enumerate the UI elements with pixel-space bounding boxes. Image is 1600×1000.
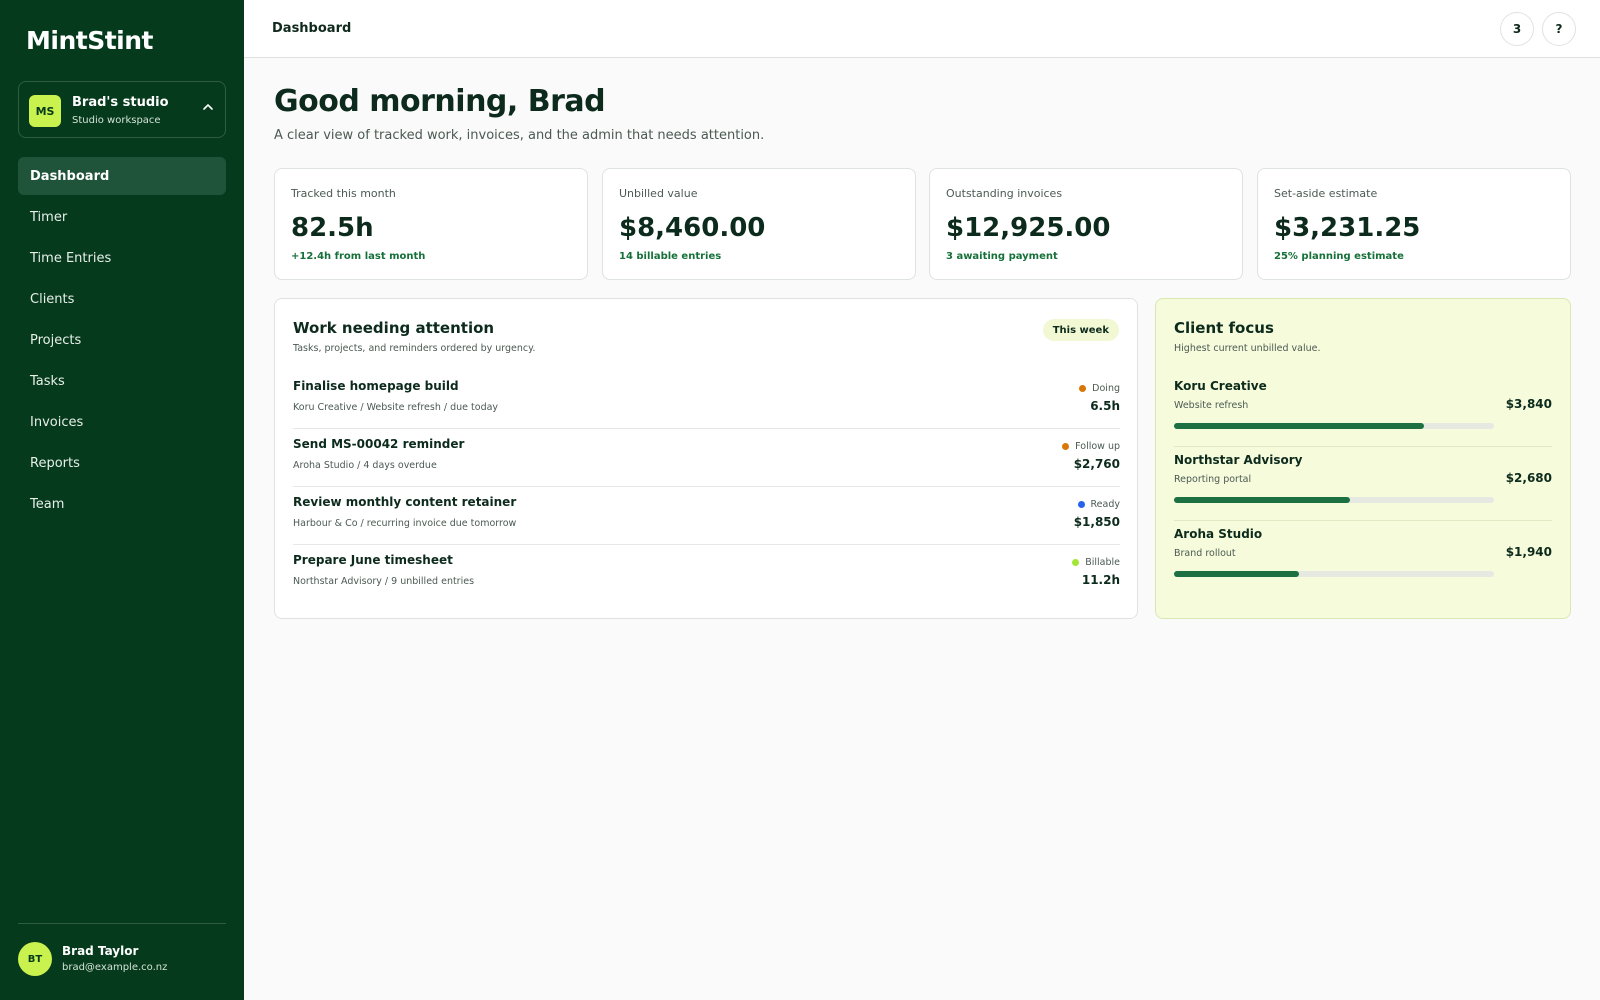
progress-fill: [1174, 423, 1424, 429]
list-item[interactable]: Northstar Advisory Reporting portal $2,6…: [1174, 447, 1552, 521]
stat-value: 82.5h: [291, 213, 374, 243]
stat-card-set-aside: Set-aside estimate $3,231.25 25% plannin…: [1257, 168, 1571, 280]
client-value: $3,840: [1505, 397, 1552, 411]
page-title: Dashboard: [272, 21, 352, 36]
progress-track: [1174, 571, 1494, 577]
greeting-heading: Good morning, Brad: [274, 84, 606, 119]
sidebar-item-time-entries[interactable]: Time Entries: [18, 239, 226, 277]
list-item[interactable]: Send MS-00042 reminder Aroha Studio / 4 …: [293, 429, 1120, 487]
workspace-subtitle: Studio workspace: [72, 115, 161, 126]
greeting-subtitle: A clear view of tracked work, invoices, …: [274, 128, 765, 143]
status-badge: Doing: [1079, 383, 1120, 394]
status-dot-icon: [1079, 385, 1087, 392]
sidebar-item-reports[interactable]: Reports: [18, 444, 226, 482]
help-button[interactable]: ?: [1542, 12, 1576, 46]
workspace-badge: MS: [29, 95, 61, 127]
chevron-up-icon: [203, 104, 213, 110]
status-label: Ready: [1090, 499, 1121, 510]
list-item[interactable]: Prepare June timesheet Northstar Advisor…: [293, 545, 1120, 603]
work-item-title: Send MS-00042 reminder: [293, 437, 465, 451]
work-item-value: 6.5h: [1090, 399, 1120, 413]
panel-title: Work needing attention: [293, 319, 495, 337]
sidebar: MintStint MS Brad's studio Studio worksp…: [0, 0, 244, 1000]
work-attention-panel: Work needing attention Tasks, projects, …: [274, 298, 1138, 619]
sidebar-item-team[interactable]: Team: [18, 485, 226, 523]
sidebar-item-clients[interactable]: Clients: [18, 280, 226, 318]
stat-label: Outstanding invoices: [946, 187, 1063, 200]
sidebar-item-tasks[interactable]: Tasks: [18, 362, 226, 400]
user-profile[interactable]: BT Brad Taylor brad@example.co.nz: [18, 942, 226, 978]
stat-label: Set-aside estimate: [1274, 187, 1378, 200]
user-name: Brad Taylor: [62, 944, 139, 958]
avatar: BT: [18, 942, 52, 976]
status-label: Doing: [1092, 383, 1120, 394]
stat-value: $12,925.00: [946, 213, 1111, 243]
status-dot-icon: [1072, 559, 1080, 566]
sidebar-divider: [18, 923, 226, 924]
stat-note: 3 awaiting payment: [946, 251, 1058, 262]
work-item-value: $1,850: [1073, 515, 1120, 529]
work-item-title: Finalise homepage build: [293, 379, 459, 393]
progress-track: [1174, 423, 1494, 429]
stat-value: $8,460.00: [619, 213, 766, 243]
list-item[interactable]: Finalise homepage build Koru Creative / …: [293, 371, 1120, 429]
status-label: Billable: [1085, 557, 1120, 568]
user-email: brad@example.co.nz: [62, 962, 168, 973]
stat-card-unbilled: Unbilled value $8,460.00 14 billable ent…: [602, 168, 916, 280]
list-item[interactable]: Review monthly content retainer Harbour …: [293, 487, 1120, 545]
work-item-meta: Harbour & Co / recurring invoice due tom…: [293, 518, 517, 529]
progress-fill: [1174, 571, 1299, 577]
sidebar-item-projects[interactable]: Projects: [18, 321, 226, 359]
app-logo[interactable]: MintStint: [26, 26, 153, 55]
client-project: Brand rollout: [1174, 548, 1236, 559]
workspace-switcher[interactable]: MS Brad's studio Studio workspace: [18, 81, 226, 138]
stat-note: +12.4h from last month: [291, 251, 426, 262]
panel-subtitle: Highest current unbilled value.: [1174, 343, 1321, 354]
client-list: Koru Creative Website refresh $3,840 Nor…: [1174, 373, 1552, 595]
work-item-meta: Aroha Studio / 4 days overdue: [293, 460, 437, 471]
client-project: Website refresh: [1174, 400, 1249, 411]
sidebar-nav: Dashboard Timer Time Entries Clients Pro…: [18, 157, 226, 526]
panel-subtitle: Tasks, projects, and reminders ordered b…: [293, 343, 536, 354]
stat-note: 14 billable entries: [619, 251, 722, 262]
work-list: Finalise homepage build Koru Creative / …: [293, 371, 1120, 603]
status-badge: Billable: [1072, 557, 1120, 568]
stat-label: Unbilled value: [619, 187, 698, 200]
sidebar-item-timer[interactable]: Timer: [18, 198, 226, 236]
status-label: Follow up: [1075, 441, 1120, 452]
work-item-value: $2,760: [1073, 457, 1120, 471]
notifications-button[interactable]: 3: [1500, 12, 1534, 46]
status-dot-icon: [1077, 501, 1085, 508]
work-item-meta: Koru Creative / Website refresh / due to…: [293, 402, 499, 413]
workspace-name: Brad's studio: [72, 95, 169, 110]
status-badge: Ready: [1077, 499, 1121, 510]
period-pill[interactable]: This week: [1042, 319, 1119, 341]
client-name: Northstar Advisory: [1174, 453, 1303, 467]
work-item-title: Prepare June timesheet: [293, 553, 453, 567]
sidebar-item-invoices[interactable]: Invoices: [18, 403, 226, 441]
client-value: $2,680: [1505, 471, 1552, 485]
panel-title: Client focus: [1174, 319, 1274, 337]
progress-track: [1174, 497, 1494, 503]
client-focus-panel: Client focus Highest current unbilled va…: [1155, 298, 1571, 619]
client-name: Koru Creative: [1174, 379, 1267, 393]
topbar: Dashboard 3 ?: [244, 0, 1600, 58]
client-name: Aroha Studio: [1174, 527, 1263, 541]
client-project: Reporting portal: [1174, 474, 1252, 485]
stat-note: 25% planning estimate: [1274, 251, 1404, 262]
sidebar-item-dashboard[interactable]: Dashboard: [18, 157, 226, 195]
work-item-title: Review monthly content retainer: [293, 495, 517, 509]
work-item-value: 11.2h: [1081, 573, 1120, 587]
work-item-meta: Northstar Advisory / 9 unbilled entries: [293, 576, 475, 587]
list-item[interactable]: Koru Creative Website refresh $3,840: [1174, 373, 1552, 447]
list-item[interactable]: Aroha Studio Brand rollout $1,940: [1174, 521, 1552, 595]
stat-card-outstanding: Outstanding invoices $12,925.00 3 awaiti…: [929, 168, 1243, 280]
status-badge: Follow up: [1062, 441, 1120, 452]
progress-fill: [1174, 497, 1350, 503]
status-dot-icon: [1062, 443, 1070, 450]
stat-value: $3,231.25: [1274, 213, 1421, 243]
client-value: $1,940: [1505, 545, 1552, 559]
stat-card-tracked: Tracked this month 82.5h +12.4h from las…: [274, 168, 588, 280]
stat-label: Tracked this month: [291, 187, 396, 200]
